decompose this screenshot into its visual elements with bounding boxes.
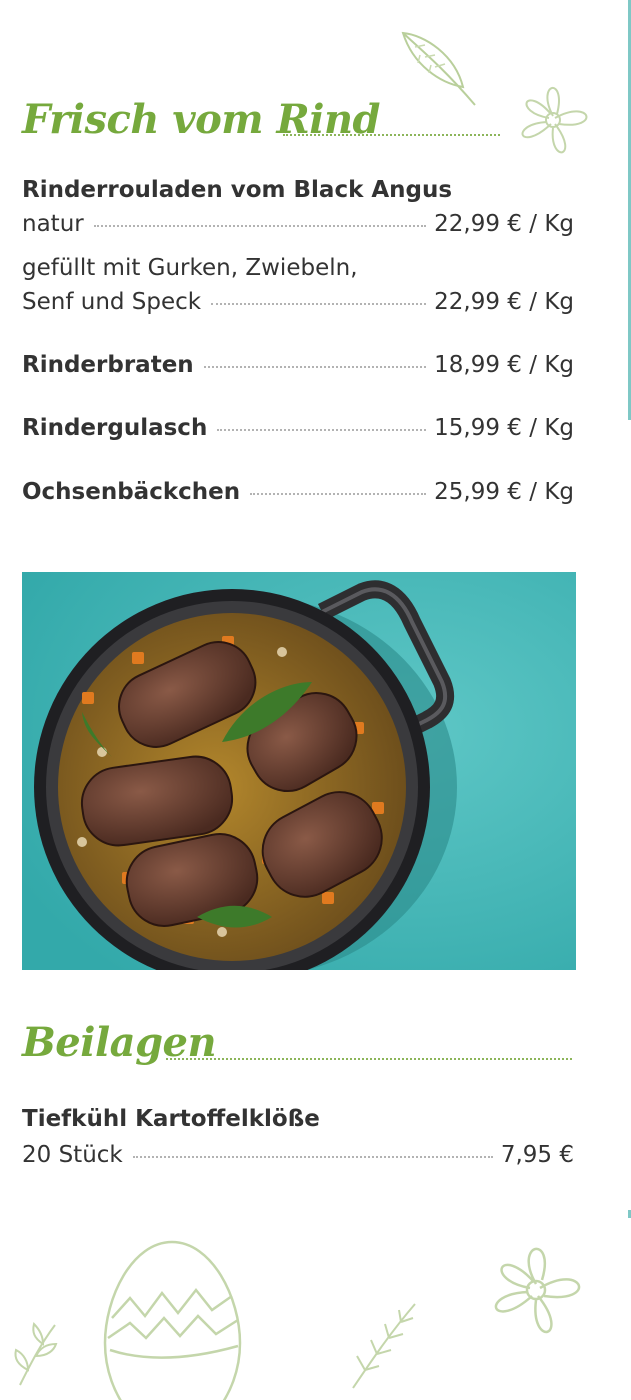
item-name: Rindergulasch: [22, 415, 208, 441]
leaf-icon: [401, 31, 476, 106]
beef-roulades-in-pot-photo: [22, 572, 576, 970]
item-name: Rinderbraten: [22, 352, 194, 378]
flower-icon: [494, 1247, 581, 1334]
price-row: natur 22,99 € / Kg: [22, 209, 574, 239]
title-dotted-line: [166, 1058, 572, 1060]
variant-label: gefüllt mit Gurken, Zwiebeln,: [22, 255, 358, 281]
item-name-rouladen: Rinderrouladen vom Black Angus: [22, 177, 453, 203]
item-detail: 20 Stück: [22, 1142, 123, 1168]
price: 22,99 € / Kg: [434, 211, 574, 237]
price: 18,99 € / Kg: [434, 352, 574, 378]
herb-sprig-icon: [14, 1322, 58, 1386]
price: 7,95 €: [500, 1142, 574, 1168]
dotted-leader: [93, 225, 427, 227]
dotted-leader: [211, 303, 427, 305]
price-row: Rindergulasch 15,99 € / Kg: [22, 413, 574, 443]
item-name-kloesse: Tiefkühl Kartoffelklöße: [22, 1106, 320, 1132]
price-row: 20 Stück 7,95 €: [22, 1140, 574, 1170]
dotted-leader: [250, 493, 427, 495]
item-name: Ochsenbäckchen: [22, 479, 241, 505]
price-row: Senf und Speck 22,99 € / Kg: [22, 287, 574, 317]
variant-label: natur: [22, 211, 84, 237]
section-title-beilagen: Beilagen: [22, 1019, 217, 1066]
flower-icon: [521, 86, 588, 154]
dotted-leader: [132, 1156, 493, 1158]
dotted-leader: [217, 429, 427, 431]
price: 15,99 € / Kg: [434, 415, 574, 441]
title-dotted-line: [283, 134, 500, 136]
price: 25,99 € / Kg: [434, 479, 574, 505]
herb-sprig-icon: [352, 1303, 416, 1389]
price-row: Rinderbraten 18,99 € / Kg: [22, 350, 574, 380]
dotted-leader: [203, 366, 427, 368]
easter-egg-icon: [103, 1240, 242, 1400]
price-row: Ochsenbäckchen 25,99 € / Kg: [22, 477, 574, 507]
price: 22,99 € / Kg: [434, 289, 574, 315]
variant-label: Senf und Speck: [22, 289, 202, 315]
